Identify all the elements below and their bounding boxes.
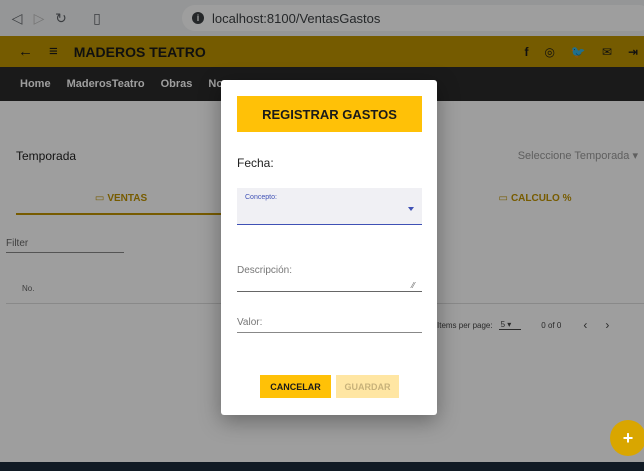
- dialog-title: REGISTRAR GASTOS: [237, 96, 422, 132]
- save-button[interactable]: GUARDAR: [336, 375, 399, 398]
- add-fab-button[interactable]: +: [610, 420, 644, 456]
- resize-handle-icon[interactable]: ⁄⁄: [412, 281, 415, 290]
- concepto-label: Concepto:: [245, 194, 277, 201]
- cancel-button[interactable]: CANCELAR: [260, 375, 331, 398]
- registrar-gastos-dialog: REGISTRAR GASTOS Fecha: Concepto: Descri…: [221, 80, 437, 415]
- valor-field[interactable]: Valor:: [237, 317, 262, 328]
- fecha-label: Fecha:: [237, 156, 274, 170]
- concepto-select[interactable]: Concepto:: [237, 188, 422, 225]
- descripcion-field[interactable]: Descripción:: [237, 265, 292, 276]
- descripcion-underline: [237, 291, 422, 292]
- chevron-down-icon: [408, 207, 414, 211]
- valor-underline: [237, 332, 422, 333]
